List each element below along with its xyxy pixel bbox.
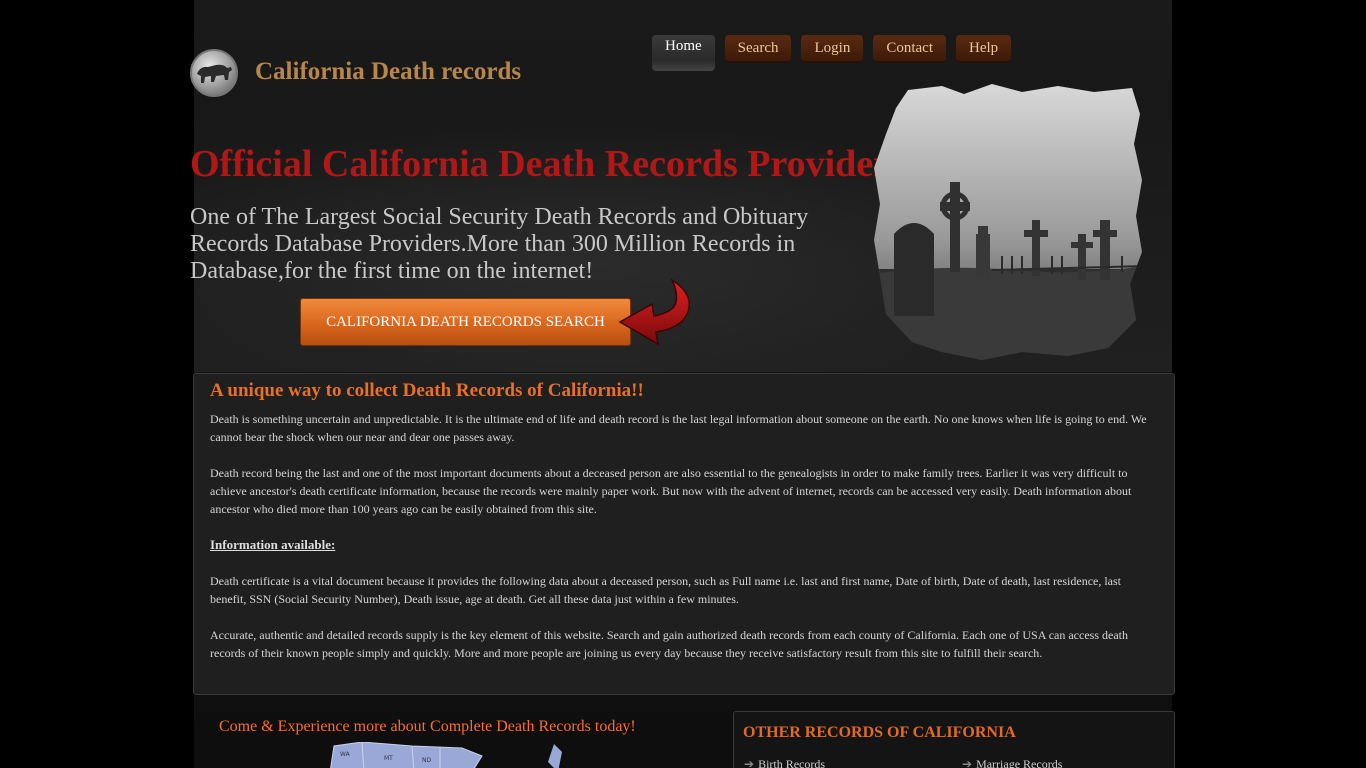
site-title[interactable]: California Death records [255, 58, 521, 86]
arrow-bullet-icon: ➔ [962, 757, 973, 768]
other-records-panel: Other Records of California ➔ Birth Recor… [733, 711, 1175, 768]
nav-help[interactable]: Help [955, 35, 1012, 63]
nav-search[interactable]: Search [724, 35, 792, 63]
marriage-records-label: Marriage Records [976, 757, 1063, 768]
info-subheading: Information available: [210, 537, 336, 552]
arrow-bullet-icon: ➔ [744, 757, 755, 768]
nav-login[interactable]: Login [801, 35, 864, 63]
info-paragraph-4: Accurate, authentic and detailed records… [210, 628, 1128, 660]
birth-records-label: Birth Records [758, 757, 826, 768]
map-label-nd: ND [422, 757, 431, 764]
other-records-heading: Other Records of California [743, 724, 1016, 741]
hero-subtitle: One of The Largest Social Security Death… [190, 204, 809, 284]
marriage-records-link[interactable]: ➔ Marriage Records [962, 757, 1062, 768]
hero-title: Official California Death Records Provid… [190, 143, 891, 185]
map-label-wa: WA [340, 751, 351, 758]
map-label-mt: MT [384, 755, 393, 762]
info-paragraph-3: Death certificate is a vital document be… [210, 574, 1122, 606]
us-map-image[interactable]: WA MT ND [322, 742, 572, 768]
info-box: A unique way to collect Death Records of… [193, 373, 1175, 695]
promo-text[interactable]: Come & Experience more about Complete De… [219, 718, 636, 736]
info-paragraph-2: Death record being the last and one of t… [210, 466, 1132, 516]
other-records-list: ➔ Birth Records ➔ Marriage Records [744, 757, 1164, 768]
red-arrow-icon [618, 277, 690, 346]
info-heading: A unique way to collect Death Records of… [210, 380, 644, 401]
death-records-search-button[interactable]: California Death Records Search [300, 298, 631, 346]
nav-home[interactable]: Home [652, 35, 715, 71]
birth-records-link[interactable]: ➔ Birth Records [744, 757, 962, 768]
main-nav: Home Search Login Contact Help [652, 35, 1012, 71]
cemetery-image [874, 84, 1142, 360]
info-paragraph-1: Death is something uncertain and unpredi… [210, 412, 1147, 444]
nav-contact[interactable]: Contact [873, 35, 946, 63]
bear-logo-icon[interactable] [190, 49, 238, 97]
